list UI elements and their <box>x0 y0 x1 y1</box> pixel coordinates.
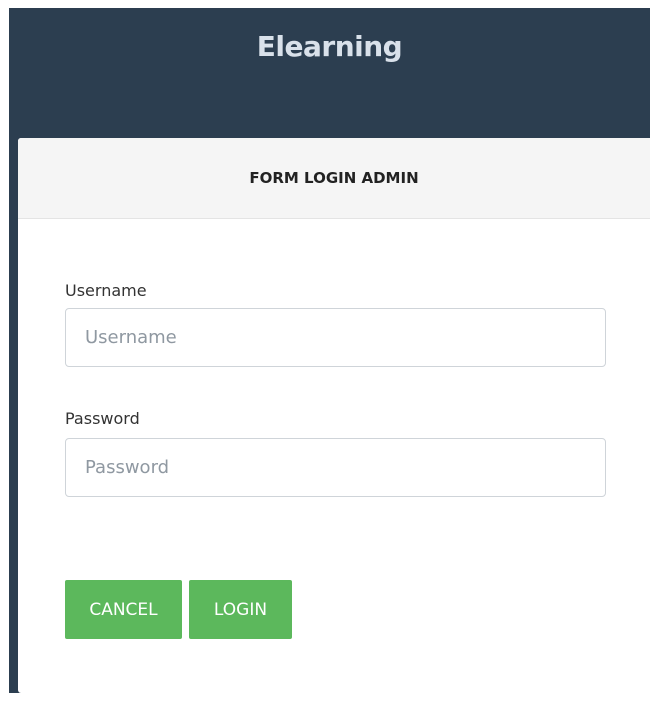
cancel-button[interactable]: CANCEL <box>65 580 182 639</box>
brand-title[interactable]: Elearning <box>9 8 650 84</box>
login-button[interactable]: LOGIN <box>189 580 292 639</box>
page-background: Elearning FORM LOGIN ADMIN Username Pass… <box>9 8 650 693</box>
password-input[interactable] <box>65 438 606 497</box>
panel-header: FORM LOGIN ADMIN <box>18 138 650 219</box>
panel-title: FORM LOGIN ADMIN <box>249 169 419 187</box>
username-input[interactable] <box>65 308 606 367</box>
password-label: Password <box>65 409 140 428</box>
username-label: Username <box>65 281 147 300</box>
login-panel: FORM LOGIN ADMIN Username Password CANCE… <box>18 138 650 693</box>
